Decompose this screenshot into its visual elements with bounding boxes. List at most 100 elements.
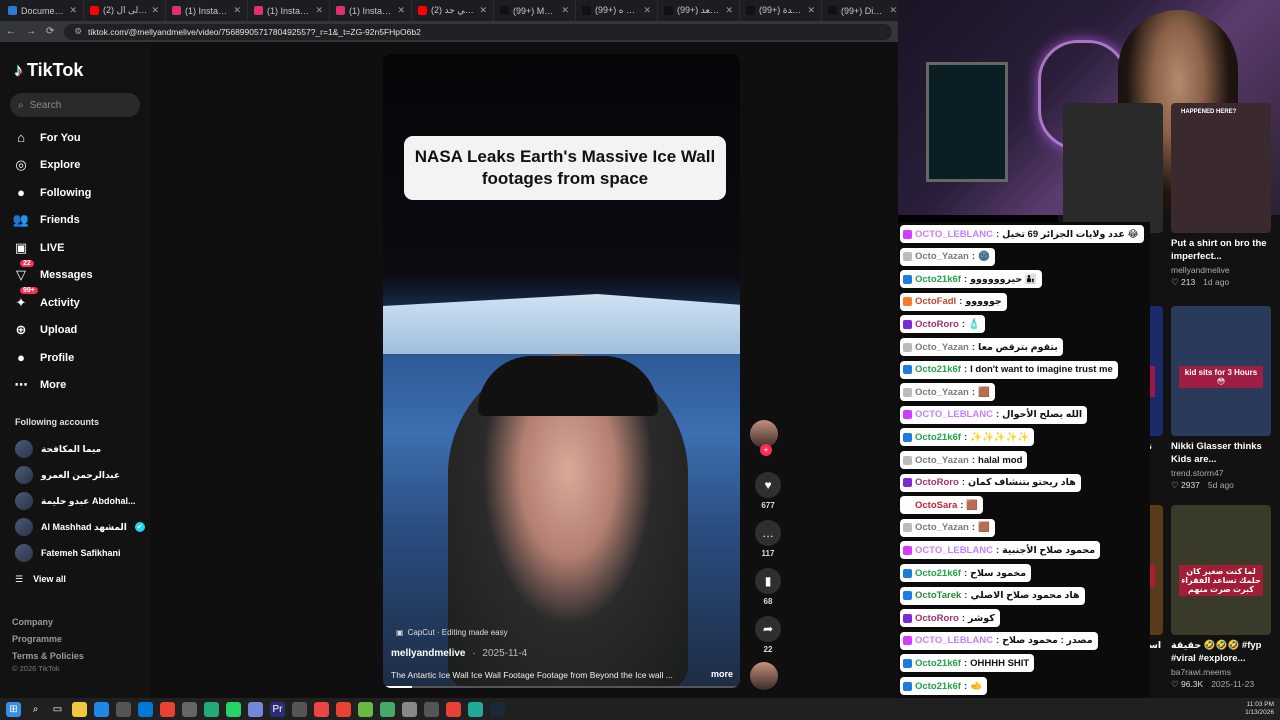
taskbar-search-icon[interactable]: ⌕: [28, 702, 43, 717]
suggested-video-card[interactable]: kid sits for 3 Hours 😳 Nikki Glasser thin…: [1171, 306, 1279, 491]
following-account[interactable]: ميما المكافحة: [15, 440, 101, 458]
following-account[interactable]: Al Mashhad المشهد ✔: [15, 518, 145, 536]
browser-tab[interactable]: (99+) Discover ✕: [822, 0, 898, 21]
chat-username[interactable]: Octo_Yazan: [915, 251, 969, 262]
premiere-icon[interactable]: Pr: [270, 701, 285, 717]
chat-username[interactable]: OCTO_LEBLANC: [915, 545, 993, 556]
site-info-icon[interactable]: ⚙: [74, 26, 82, 37]
nav-item-messages[interactable]: ▽ 22 Messages: [12, 259, 93, 290]
following-account[interactable]: عبدالرحمن العمرو: [15, 466, 120, 484]
chat-username[interactable]: Octo_Yazan: [915, 387, 969, 398]
outlook-icon[interactable]: [138, 701, 153, 717]
card-title[interactable]: Put a shirt on bro the imperfect...: [1171, 237, 1271, 263]
tab-close-icon[interactable]: ✕: [69, 5, 77, 16]
tab-close-icon[interactable]: ✕: [643, 5, 651, 16]
chat-username[interactable]: OctoTarek: [915, 590, 961, 601]
chat-username[interactable]: Octo21k6f: [915, 568, 961, 579]
nav-item-live[interactable]: ▣ LIVE: [12, 234, 93, 262]
browser-tab[interactable]: (99+) اردوغ فعل ه ✕: [576, 0, 658, 21]
following-account[interactable]: عبدو حليمة Abdohal...: [15, 492, 135, 510]
view-all-link[interactable]: ☰ View all: [15, 574, 66, 585]
music-disc-icon[interactable]: [750, 662, 778, 690]
chat-username[interactable]: OCTO_LEBLANC: [915, 635, 993, 646]
video-thumbnail[interactable]: kid sits for 3 Hours 😳: [1171, 306, 1271, 436]
nav-item-explore[interactable]: ◎ Explore: [12, 152, 93, 180]
video-thumbnail[interactable]: HAPPENED HERE?: [1171, 103, 1271, 233]
chrome-icon[interactable]: [160, 701, 175, 717]
edge-icon[interactable]: [94, 701, 109, 717]
chat-username[interactable]: Octo_Yazan: [915, 455, 969, 466]
video-thumbnail[interactable]: لما كنت صغير كان حلمك تساعد الفقراء كبرت…: [1171, 505, 1271, 635]
chat-username[interactable]: Octo21k6f: [915, 658, 961, 669]
tab-close-icon[interactable]: ✕: [725, 5, 733, 16]
tab-close-icon[interactable]: ✕: [561, 5, 569, 16]
tab-close-icon[interactable]: ✕: [233, 5, 241, 16]
app-icon[interactable]: [204, 701, 219, 717]
browser-tab[interactable]: (99+) ايه السر لعد ✕: [658, 0, 740, 21]
video-author[interactable]: mellyandmelive: [391, 648, 465, 659]
footer-programme[interactable]: Programme: [12, 631, 84, 648]
video-thumbnail[interactable]: [1063, 103, 1163, 233]
more-button[interactable]: more: [711, 669, 733, 679]
suggested-video-card[interactable]: HAPPENED HERE? Put a shirt on bro the imp…: [1171, 103, 1279, 288]
chat-username[interactable]: Octo_Yazan: [915, 342, 969, 353]
suggested-video-card[interactable]: لما كنت صغير كان حلمك تساعد الفقراء كبرت…: [1171, 505, 1279, 690]
whatsapp-icon[interactable]: [226, 701, 241, 717]
nav-item-upload[interactable]: ⊕ Upload: [12, 317, 93, 345]
card-author[interactable]: ba7rawi.meems: [1171, 667, 1279, 677]
card-author[interactable]: mellyandmelive: [1171, 265, 1279, 275]
tab-close-icon[interactable]: ✕: [889, 5, 897, 16]
browser-tab[interactable]: (2) طالع كلامي جد ✕: [412, 0, 494, 21]
browser-tab[interactable]: (1) Instagram ✕: [248, 0, 330, 21]
forward-icon[interactable]: →: [26, 26, 36, 37]
system-clock[interactable]: 11:03 PM 1/13/2026: [1245, 701, 1274, 717]
url-field[interactable]: ⚙ tiktok.com/@mellyandmelive/video/75689…: [64, 23, 892, 40]
chat-username[interactable]: OctoRoro: [915, 613, 959, 624]
browser-tab[interactable]: (99+) فكرة جديدة✕: [740, 0, 822, 21]
browser-tab[interactable]: (99+) Mahmoud ✕: [494, 0, 576, 21]
nav-item-for-you[interactable]: ⌂ For You: [12, 124, 93, 152]
chat-username[interactable]: OctoRoro: [915, 319, 959, 330]
discord-icon[interactable]: [248, 701, 263, 717]
browser-tab[interactable]: (1) Instagram ✕: [330, 0, 412, 21]
card-title[interactable]: Nikki Glasser thinks Kids are...: [1171, 440, 1271, 466]
chat-username[interactable]: OctoRoro: [915, 477, 959, 488]
nav-item-following[interactable]: ● Following: [12, 179, 93, 207]
steam-icon[interactable]: [490, 701, 505, 717]
footer-company[interactable]: Company: [12, 614, 84, 631]
task-view-icon[interactable]: ▭: [50, 702, 65, 717]
nav-item-more[interactable]: ⋯ More: [12, 372, 93, 400]
search-input[interactable]: ⌕ Search: [10, 93, 140, 117]
chat-username[interactable]: Octo_Yazan: [915, 522, 969, 533]
video-progress-bar[interactable]: [383, 686, 740, 688]
chrome-icon[interactable]: [336, 701, 351, 717]
chat-username[interactable]: Octo21k6f: [915, 364, 961, 375]
store-icon[interactable]: [116, 701, 131, 717]
chat-username[interactable]: Octo21k6f: [915, 274, 961, 285]
app-icon[interactable]: [314, 701, 329, 717]
chat-username[interactable]: OCTO_LEBLANC: [915, 409, 993, 420]
like-action[interactable]: ♥ 677: [751, 472, 785, 510]
browser-tab[interactable]: Document 6.docx ✕: [2, 0, 84, 21]
app-icon[interactable]: [380, 701, 395, 717]
chat-username[interactable]: OctoFadl: [915, 296, 956, 307]
start-icon[interactable]: ⊞: [6, 701, 21, 717]
back-icon[interactable]: ←: [6, 26, 16, 37]
chat-username[interactable]: OctoSara: [915, 500, 957, 511]
app-icon[interactable]: [468, 701, 483, 717]
tab-close-icon[interactable]: ✕: [151, 5, 159, 16]
footer-terms[interactable]: Terms & Policies: [12, 648, 84, 665]
chrome-icon[interactable]: [446, 701, 461, 717]
chat-username[interactable]: OCTO_LEBLANC: [915, 229, 993, 240]
nav-item-activity[interactable]: ✦ 99+ Activity: [12, 287, 93, 317]
comment-action[interactable]: … 117: [751, 520, 785, 558]
app-icon[interactable]: [358, 701, 373, 717]
tab-close-icon[interactable]: ✕: [315, 5, 323, 16]
tab-close-icon[interactable]: ✕: [479, 5, 487, 16]
nav-item-profile[interactable]: ● Profile: [12, 344, 93, 372]
app-icon[interactable]: [292, 701, 307, 717]
app-icon[interactable]: [424, 701, 439, 717]
browser-tab[interactable]: (2) من إيران إلى ال ✕: [84, 0, 166, 21]
card-title[interactable]: حقيقة 🤣🤣🤣 #fyp #viral #explore...: [1171, 639, 1271, 665]
following-account[interactable]: Fatemeh Safikhani: [15, 544, 121, 562]
